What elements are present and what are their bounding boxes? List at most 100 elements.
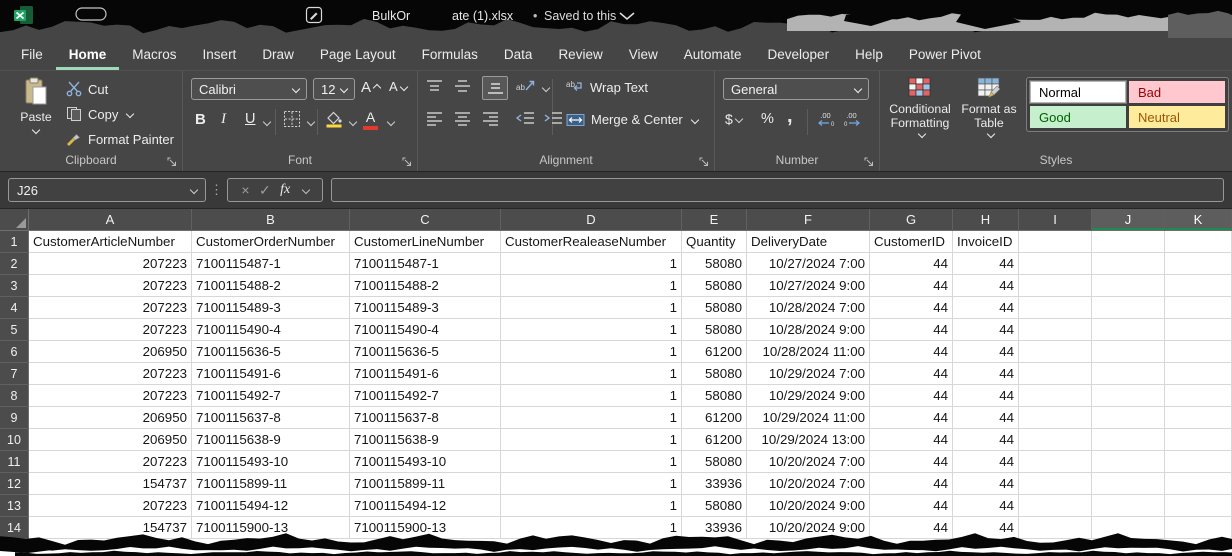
cell-F13[interactable]: 10/20/2024 9:00	[747, 495, 870, 517]
cell-K1[interactable]	[1165, 231, 1232, 253]
fill-color-chevron-icon[interactable]	[349, 118, 357, 126]
clipboard-dialog-launcher[interactable]	[167, 155, 178, 166]
tab-review[interactable]: Review	[545, 38, 615, 70]
row-header-14[interactable]: 14	[0, 517, 29, 539]
cell-D9[interactable]: 1	[501, 407, 682, 429]
cell-K9[interactable]	[1165, 407, 1232, 429]
cell-D2[interactable]: 1	[501, 253, 682, 275]
comma-style-button[interactable]: ,	[787, 105, 793, 128]
merge-center-button[interactable]: Merge & Center	[566, 112, 698, 127]
enter-formula-icon[interactable]: ✓	[259, 182, 271, 199]
cell-G12[interactable]: 44	[870, 473, 953, 495]
cell-B10[interactable]: 7100115638-9	[192, 429, 350, 451]
wrap-text-button[interactable]: ab Wrap Text	[566, 79, 648, 95]
cell-F4[interactable]: 10/28/2024 7:00	[747, 297, 870, 319]
cell-J5[interactable]	[1092, 319, 1165, 341]
cell-H1[interactable]: InvoiceID	[953, 231, 1019, 253]
increase-font-size-button[interactable]: A	[361, 79, 380, 96]
cell-E8[interactable]: 58080	[682, 385, 747, 407]
cell-D3[interactable]: 1	[501, 275, 682, 297]
editing-mode-icon[interactable]	[307, 8, 322, 23]
cell-E3[interactable]: 58080	[682, 275, 747, 297]
cell-J1[interactable]	[1092, 231, 1165, 253]
cell-F11[interactable]: 10/20/2024 7:00	[747, 451, 870, 473]
cell-E5[interactable]: 58080	[682, 319, 747, 341]
cell-G6[interactable]: 44	[870, 341, 953, 363]
select-all-corner[interactable]	[0, 209, 29, 231]
tab-macros[interactable]: Macros	[119, 38, 189, 70]
cell-H11[interactable]: 44	[953, 451, 1019, 473]
row-header-10[interactable]: 10	[0, 429, 29, 451]
cell-C1[interactable]: CustomerLineNumber	[350, 231, 501, 253]
column-header-J[interactable]: J	[1092, 209, 1165, 231]
cell-H2[interactable]: 44	[953, 253, 1019, 275]
cell-B11[interactable]: 7100115493-10	[192, 451, 350, 473]
align-right-button[interactable]	[482, 111, 499, 126]
cell-D14[interactable]: 1	[501, 517, 682, 539]
row-header-7[interactable]: 7	[0, 363, 29, 385]
underline-chevron-icon[interactable]	[263, 118, 271, 126]
cell-A6[interactable]: 206950	[29, 341, 192, 363]
column-header-F[interactable]: F	[747, 209, 870, 231]
cell-A2[interactable]: 207223	[29, 253, 192, 275]
row-header-6[interactable]: 6	[0, 341, 29, 363]
cell-H14[interactable]: 44	[953, 517, 1019, 539]
tab-developer[interactable]: Developer	[755, 38, 843, 70]
font-color-chevron-icon[interactable]	[387, 118, 395, 126]
cell-E14[interactable]: 33936	[682, 517, 747, 539]
decrease-decimal-button[interactable]: .00 0	[843, 110, 864, 127]
cell-E1[interactable]: Quantity	[682, 231, 747, 253]
cell-F12[interactable]: 10/20/2024 7:00	[747, 473, 870, 495]
tab-page-layout[interactable]: Page Layout	[307, 38, 409, 70]
cell-B14[interactable]: 7100115900-13	[192, 517, 350, 539]
cell-H5[interactable]: 44	[953, 319, 1019, 341]
cell-G9[interactable]: 44	[870, 407, 953, 429]
cell-A8[interactable]: 207223	[29, 385, 192, 407]
cell-J7[interactable]	[1092, 363, 1165, 385]
column-header-G[interactable]: G	[870, 209, 953, 231]
title-dropdown-chevron-icon[interactable]	[620, 13, 634, 19]
cell-F3[interactable]: 10/27/2024 9:00	[747, 275, 870, 297]
accounting-format-button[interactable]: $	[725, 111, 742, 127]
cell-A11[interactable]: 207223	[29, 451, 192, 473]
tab-data[interactable]: Data	[491, 38, 546, 70]
cell-G4[interactable]: 44	[870, 297, 953, 319]
align-center-button[interactable]	[454, 111, 471, 126]
cell-G10[interactable]: 44	[870, 429, 953, 451]
column-header-A[interactable]: A	[29, 209, 192, 231]
cell-K13[interactable]	[1165, 495, 1232, 517]
cell-G8[interactable]: 44	[870, 385, 953, 407]
tab-draw[interactable]: Draw	[249, 38, 307, 70]
autosave-toggle-remnant[interactable]	[76, 8, 106, 20]
cell-C13[interactable]: 7100115494-12	[350, 495, 501, 517]
font-size-combobox[interactable]: 12	[313, 78, 355, 100]
formula-bar-grip[interactable]: ⋮	[210, 182, 223, 198]
cell-H3[interactable]: 44	[953, 275, 1019, 297]
orientation-chevron-icon[interactable]	[542, 84, 550, 92]
cell-I13[interactable]	[1019, 495, 1092, 517]
cell-F1[interactable]: DeliveryDate	[747, 231, 870, 253]
cell-A13[interactable]: 207223	[29, 495, 192, 517]
cell-I8[interactable]	[1019, 385, 1092, 407]
cell-C12[interactable]: 7100115899-11	[350, 473, 501, 495]
cell-C14[interactable]: 7100115900-13	[350, 517, 501, 539]
decrease-indent-button[interactable]	[516, 111, 535, 126]
cell-F10[interactable]: 10/29/2024 13:00	[747, 429, 870, 451]
cell-C10[interactable]: 7100115638-9	[350, 429, 501, 451]
font-name-combobox[interactable]: Calibri	[191, 78, 307, 100]
cell-H7[interactable]: 44	[953, 363, 1019, 385]
number-dialog-launcher[interactable]	[864, 155, 875, 166]
cell-K2[interactable]	[1165, 253, 1232, 275]
cell-K10[interactable]	[1165, 429, 1232, 451]
cell-K4[interactable]	[1165, 297, 1232, 319]
cell-B8[interactable]: 7100115492-7	[192, 385, 350, 407]
cell-K6[interactable]	[1165, 341, 1232, 363]
cell-K3[interactable]	[1165, 275, 1232, 297]
fill-color-button[interactable]	[325, 110, 343, 128]
cell-I14[interactable]	[1019, 517, 1092, 539]
cell-E2[interactable]: 58080	[682, 253, 747, 275]
tab-home[interactable]: Home	[56, 38, 120, 70]
cell-H8[interactable]: 44	[953, 385, 1019, 407]
cell-B2[interactable]: 7100115487-1	[192, 253, 350, 275]
cell-K12[interactable]	[1165, 473, 1232, 495]
